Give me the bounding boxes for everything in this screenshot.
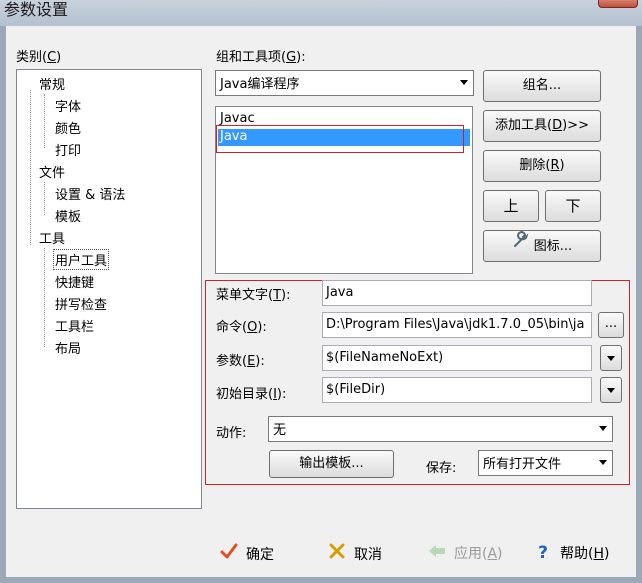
ok-button[interactable]: 确定	[218, 543, 274, 564]
initdir-dropdown-button[interactable]	[600, 377, 622, 403]
tree-item-print[interactable]: 打印	[55, 140, 81, 159]
category-label: 类别(C)	[16, 50, 62, 65]
move-down-button[interactable]: 下	[545, 190, 601, 222]
group-combo[interactable]: Java编译程序	[215, 70, 474, 96]
group-name-button[interactable]: 组名...	[483, 70, 601, 102]
move-up-button[interactable]: 上	[483, 190, 539, 222]
action-label: 动作:	[216, 426, 247, 441]
chevron-down-icon	[599, 460, 607, 465]
args-input[interactable]: $(FileNameNoExt)	[322, 345, 592, 371]
arrow-left-icon	[426, 544, 448, 562]
delete-button[interactable]: 删除(R)	[483, 150, 601, 182]
title-bar: 参数设置	[0, 0, 642, 26]
cancel-button[interactable]: 取消	[326, 543, 382, 564]
action-combo-value: 无	[273, 423, 287, 438]
wrench-icon	[512, 231, 530, 261]
highlight-box	[216, 125, 464, 153]
close-button[interactable]	[598, 0, 638, 8]
category-tree[interactable]: 常规 字体 颜色 打印 文件 设置 & 语法 模板 工具 用户工具 快捷键 拼写…	[16, 69, 202, 509]
tree-item-shortcuts[interactable]: 快捷键	[55, 272, 94, 291]
tree-item-layout[interactable]: 布局	[55, 338, 81, 357]
dialog-client: 类别(C) 常规 字体 颜色 打印 文件 设置 & 语法 模板 工具 用户工具 …	[6, 26, 636, 577]
chevron-down-icon	[460, 80, 468, 85]
group-combo-value: Java编译程序	[220, 77, 300, 92]
command-label: 命令(O):	[216, 320, 267, 335]
window-title: 参数设置	[4, 0, 69, 19]
apply-button[interactable]: 应用(A)	[426, 543, 503, 563]
icon-button[interactable]: 图标...	[483, 230, 601, 262]
question-icon: ?	[538, 543, 548, 563]
tree-item-toolbar[interactable]: 工具栏	[55, 316, 94, 335]
action-combo[interactable]: 无	[268, 416, 613, 442]
group-label: 组和工具项(G):	[216, 50, 306, 65]
args-label: 参数(E):	[216, 354, 265, 369]
initdir-label: 初始目录(I):	[216, 387, 287, 402]
tree-item-settings-syntax[interactable]: 设置 & 语法	[55, 184, 125, 203]
tree-line	[44, 248, 45, 347]
tree-item-font[interactable]: 字体	[55, 96, 81, 115]
output-template-button[interactable]: 输出模板...	[269, 450, 394, 478]
browse-command-button[interactable]: ...	[598, 312, 624, 338]
checkmark-icon	[218, 543, 240, 563]
save-combo[interactable]: 所有打开文件	[478, 450, 613, 476]
args-dropdown-button[interactable]	[600, 345, 622, 371]
initdir-input[interactable]: $(FileDir)	[322, 377, 592, 403]
tree-item-general[interactable]: 常规	[39, 74, 65, 93]
help-button[interactable]: ? 帮助(H)	[532, 543, 609, 563]
tree-line	[30, 90, 31, 245]
chevron-down-icon	[607, 356, 615, 361]
tree-item-file[interactable]: 文件	[39, 162, 65, 181]
add-tool-button[interactable]: 添加工具(D)>>	[483, 110, 601, 142]
chevron-down-icon	[599, 426, 607, 431]
menu-text-input[interactable]: Java	[322, 280, 592, 306]
save-combo-value: 所有打开文件	[483, 457, 562, 472]
menu-text-label: 菜单文字(T):	[216, 288, 291, 303]
save-label: 保存:	[426, 461, 457, 476]
tree-item-user-tools[interactable]: 用户工具	[53, 249, 110, 270]
tree-item-tools[interactable]: 工具	[39, 228, 65, 247]
tree-item-template[interactable]: 模板	[55, 206, 81, 225]
command-input[interactable]: D:\Program Files\Java\jdk1.7.0_05\bin\ja	[322, 312, 592, 338]
tree-item-spellcheck[interactable]: 拼写检查	[55, 294, 107, 313]
tree-item-color[interactable]: 颜色	[55, 118, 81, 137]
tree-line	[44, 94, 45, 148]
chevron-down-icon	[607, 388, 615, 393]
x-icon	[326, 543, 348, 563]
tree-line	[44, 182, 45, 215]
